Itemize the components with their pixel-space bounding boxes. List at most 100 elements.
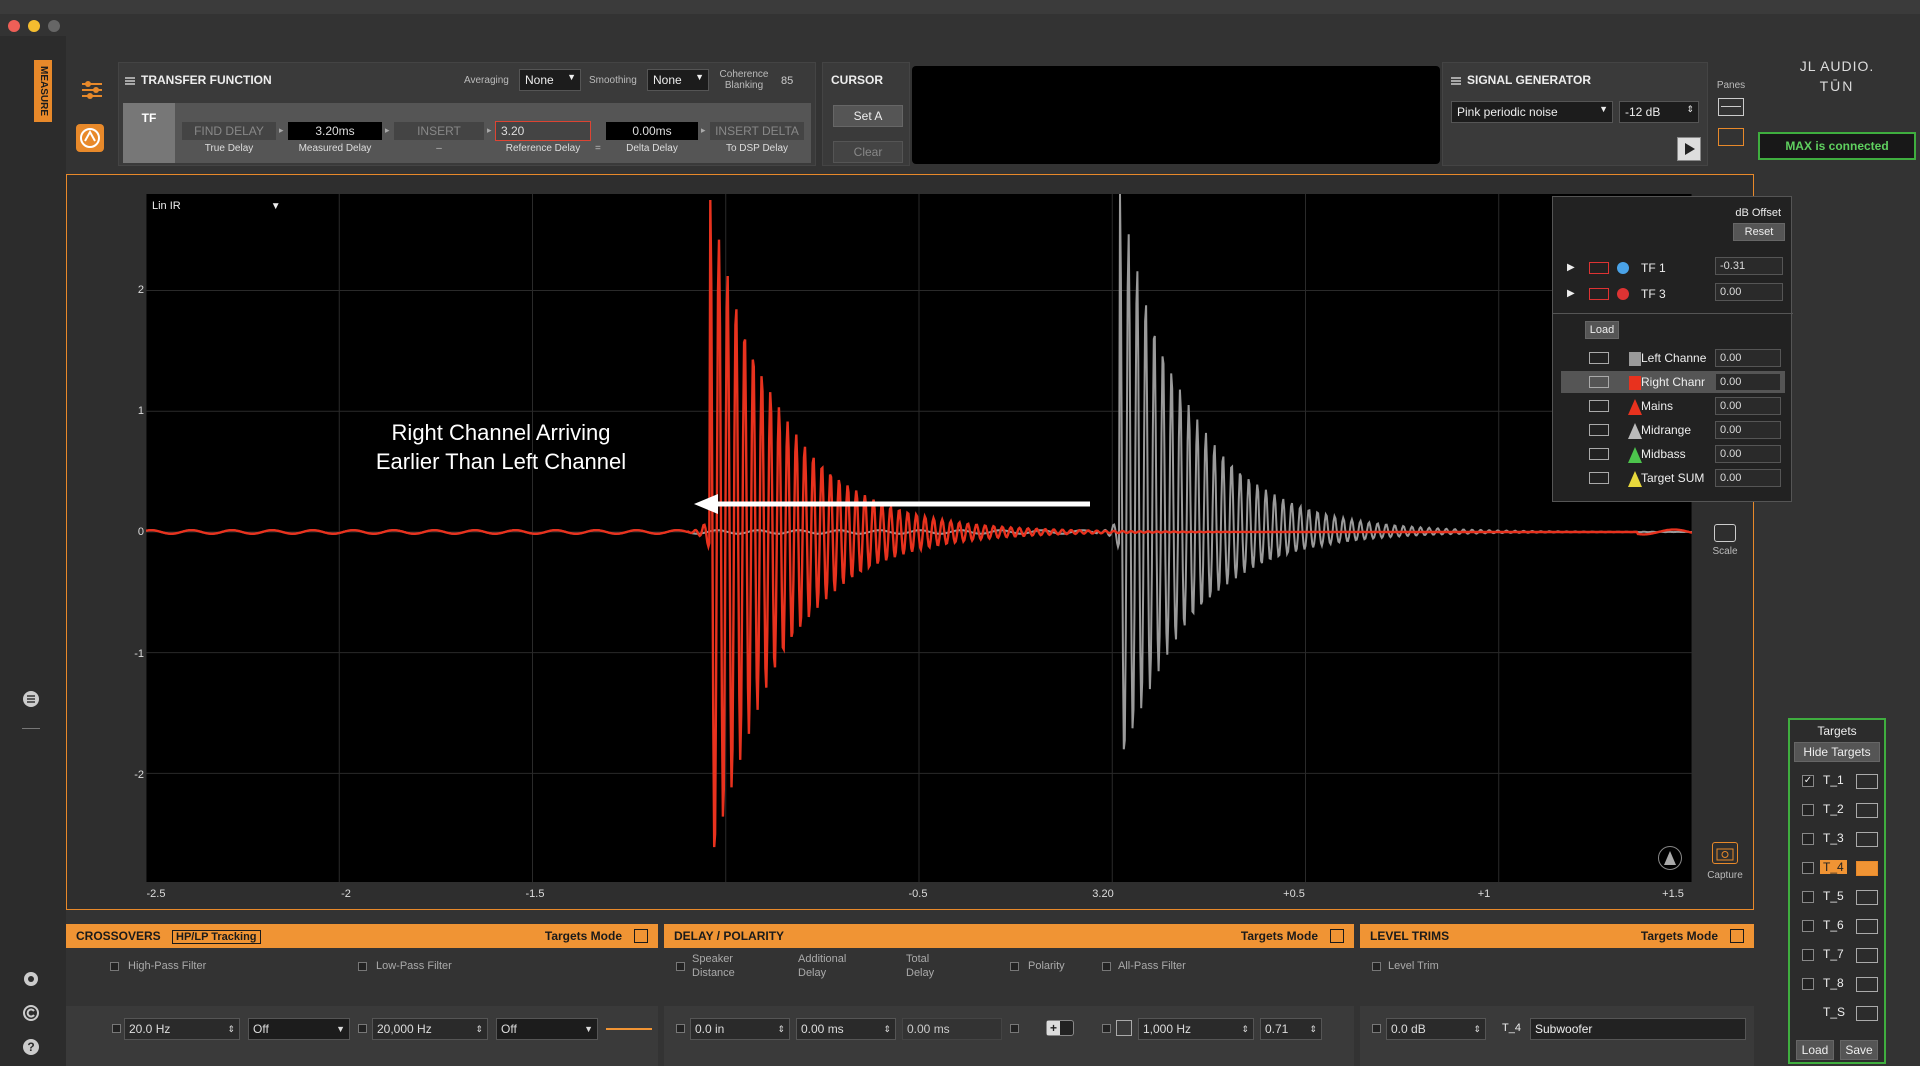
gear-icon[interactable] [22, 970, 40, 988]
plot-mode-select[interactable]: Lin IR ▼ [152, 200, 281, 212]
hp-type-select[interactable]: Off ▼ [248, 1018, 350, 1040]
clear-button[interactable]: Clear [833, 141, 903, 163]
legend-tf-row[interactable]: ▶ TF 3 0.00 [1553, 283, 1793, 305]
sliders-icon[interactable] [80, 80, 104, 100]
signal-type-select[interactable]: Pink periodic noise ▼ [1451, 101, 1613, 123]
find-delay-button[interactable]: FIND DELAY [181, 121, 277, 141]
target-checkbox[interactable]: ✓ [1802, 775, 1814, 787]
target-row[interactable]: T_8 [1790, 973, 1884, 997]
legend-trace-row[interactable]: Midbass 0.00 [1561, 443, 1785, 465]
smoothing-select[interactable]: None ▼ [647, 69, 709, 91]
target-row[interactable]: T_6 [1790, 915, 1884, 939]
level-enable-checkbox[interactable] [1372, 1024, 1381, 1033]
curve-icon[interactable] [1856, 890, 1878, 905]
target-row[interactable]: ✓ T_1 [1790, 770, 1884, 794]
curve-icon[interactable] [1856, 948, 1878, 963]
targets-load-button[interactable]: Load [1796, 1040, 1834, 1060]
insert-button[interactable]: INSERT [393, 121, 485, 141]
pane-split-icon[interactable] [1718, 98, 1744, 116]
hp-filter-checkbox[interactable] [110, 962, 119, 971]
hp-frequency-field[interactable]: 20.0 Hz ⇕ [124, 1018, 240, 1040]
close-window-button[interactable] [8, 20, 20, 32]
reset-button[interactable]: Reset [1733, 223, 1785, 241]
popout-icon[interactable] [1730, 929, 1744, 943]
allpass-enable-checkbox[interactable] [1102, 1024, 1111, 1033]
level-trim-checkbox[interactable] [1372, 962, 1381, 971]
hide-targets-button[interactable]: Hide Targets [1794, 742, 1880, 762]
legend-load-button[interactable]: Load [1585, 321, 1619, 339]
signal-level-select[interactable]: -12 dB ⇕ [1619, 101, 1699, 123]
target-row[interactable]: T_4 [1790, 857, 1884, 881]
polarity-toggle[interactable]: + [1046, 1020, 1074, 1036]
minimize-window-button[interactable] [28, 20, 40, 32]
target-checkbox[interactable] [1802, 978, 1814, 990]
curve-icon[interactable] [1856, 919, 1878, 934]
polarity-enable-checkbox[interactable] [1010, 1024, 1019, 1033]
legend-trace-row[interactable]: Midrange 0.00 [1561, 419, 1785, 441]
popout-icon[interactable] [1330, 929, 1344, 943]
help-icon[interactable]: ? [22, 1038, 40, 1056]
speaker-distance-field[interactable]: 0.0 in ⇕ [690, 1018, 790, 1040]
averaging-select[interactable]: None ▼ [519, 69, 581, 91]
lp-type-select[interactable]: Off ▼ [496, 1018, 598, 1040]
delay-enable-checkbox[interactable] [676, 1024, 685, 1033]
hp-enable-checkbox[interactable] [112, 1024, 121, 1033]
target-checkbox[interactable] [1802, 833, 1814, 845]
curve-icon[interactable] [1856, 832, 1878, 847]
allpass-frequency-field[interactable]: 1,000 Hz ⇕ [1138, 1018, 1254, 1040]
insert-delta-button[interactable]: INSERT DELTA [709, 121, 805, 141]
ir-chart[interactable] [145, 193, 1693, 904]
autotune-icon[interactable] [76, 124, 104, 152]
target-checkbox[interactable] [1802, 949, 1814, 961]
legend-trace-row[interactable]: Left Channe 0.00 [1561, 347, 1785, 369]
target-checkbox[interactable] [1802, 804, 1814, 816]
target-checkbox[interactable] [1802, 891, 1814, 903]
legend-trace-row[interactable]: Right Chanr 0.00 [1561, 371, 1785, 393]
curve-icon[interactable] [1856, 977, 1878, 992]
target-row[interactable]: T_S [1790, 1002, 1884, 1026]
targets-save-button[interactable]: Save [1840, 1040, 1878, 1060]
curve-icon[interactable] [1856, 774, 1878, 789]
play-button[interactable] [1677, 137, 1701, 161]
delay-checkbox[interactable] [676, 962, 685, 971]
copyright-icon[interactable] [22, 1004, 40, 1022]
expand-icon: ▶ [1567, 288, 1575, 299]
lp-filter-checkbox[interactable] [358, 962, 367, 971]
reference-delay-field[interactable]: 3.20 [495, 121, 591, 141]
polarity-checkbox[interactable] [1010, 962, 1019, 971]
target-row[interactable]: T_3 [1790, 828, 1884, 852]
set-a-button[interactable]: Set A [833, 105, 903, 127]
zoom-window-button[interactable] [48, 20, 60, 32]
legend-trace-row[interactable]: Mains 0.00 [1561, 395, 1785, 417]
measure-tab[interactable]: MEASURE [34, 60, 52, 122]
coherence-value[interactable]: 85 [781, 75, 793, 87]
target-row[interactable]: T_2 [1790, 799, 1884, 823]
additional-delay-field[interactable]: 0.00 ms ⇕ [796, 1018, 896, 1040]
lp-enable-checkbox[interactable] [358, 1024, 367, 1033]
hp-lp-tracking-toggle[interactable]: HP/LP Tracking [172, 930, 261, 944]
target-row[interactable]: T_5 [1790, 886, 1884, 910]
curve-icon[interactable] [1856, 861, 1878, 876]
list-icon[interactable] [22, 690, 40, 708]
tab-tf[interactable]: TF [123, 103, 175, 163]
channel-name-field[interactable]: Subwoofer [1530, 1018, 1746, 1040]
curve-icon[interactable] [1856, 1006, 1878, 1021]
popout-icon[interactable] [634, 929, 648, 943]
allpass-q-field[interactable]: 0.71 ⇕ [1260, 1018, 1322, 1040]
lp-frequency-field[interactable]: 20,000 Hz ⇕ [372, 1018, 488, 1040]
plot-canvas[interactable]: Lin IR ▼ Right Channel Arriving Earlier T… [145, 193, 1693, 904]
target-row[interactable]: T_7 [1790, 944, 1884, 968]
legend-tf-row[interactable]: ▶ TF 1 -0.31 [1553, 257, 1793, 279]
pane-single-icon[interactable] [1718, 128, 1744, 146]
hamburger-icon[interactable] [125, 75, 135, 85]
target-checkbox[interactable] [1802, 862, 1814, 874]
curve-icon[interactable] [1856, 803, 1878, 818]
camera-icon[interactable] [1712, 842, 1738, 864]
allpass-icon[interactable] [1116, 1020, 1132, 1036]
hamburger-icon[interactable] [1451, 75, 1461, 85]
legend-trace-row[interactable]: Target SUM 0.00 [1561, 467, 1785, 489]
level-trim-field[interactable]: 0.0 dB ⇕ [1386, 1018, 1486, 1040]
target-checkbox[interactable] [1802, 920, 1814, 932]
allpass-checkbox[interactable] [1102, 962, 1111, 971]
scale-icon[interactable] [1714, 524, 1736, 542]
